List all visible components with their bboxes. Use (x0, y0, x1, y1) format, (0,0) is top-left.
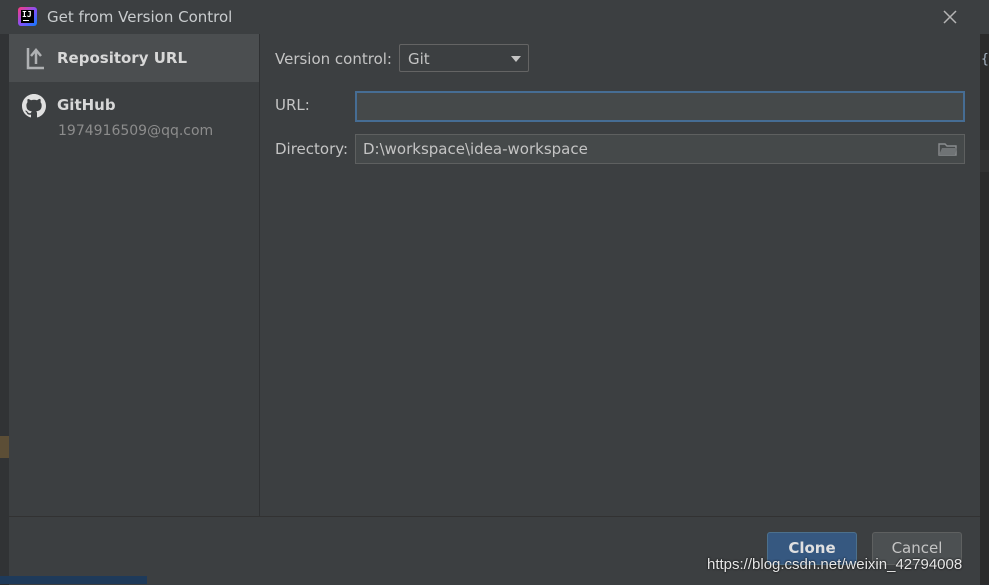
sidebar-item-label: Repository URL (57, 49, 187, 67)
clone-form: Version control: Git URL: Directory: D:\… (260, 34, 980, 516)
sidebar: Repository URL GitHub 1974916509@qq.com (9, 34, 260, 516)
repository-url-icon (26, 48, 44, 70)
get-from-vcs-dialog: IJ Get from Version Control { Repository… (0, 0, 989, 585)
github-account-email: 1974916509@qq.com (58, 123, 214, 139)
watermark-text: https://blog.csdn.net/weixin_42794008 (707, 556, 963, 573)
directory-value: D:\workspace\idea-workspace (363, 140, 588, 158)
directory-label: Directory: (275, 140, 349, 158)
close-button[interactable] (938, 5, 962, 29)
version-control-value: Git (408, 50, 430, 68)
title-bar: IJ Get from Version Control (0, 0, 989, 34)
background-editor-brace: { (981, 52, 989, 67)
github-icon (22, 94, 46, 118)
app-icon-text: IJ (21, 10, 34, 23)
background-status-bar (0, 576, 147, 584)
sidebar-item-github[interactable]: GitHub 1974916509@qq.com (9, 82, 259, 146)
chevron-down-icon (511, 56, 521, 62)
version-control-dropdown[interactable]: Git (399, 44, 529, 72)
folder-icon (938, 143, 957, 156)
dialog-title: Get from Version Control (47, 8, 233, 26)
dialog-footer: Clone Cancel (9, 516, 980, 585)
background-ide-left-strip (0, 34, 9, 584)
close-icon (943, 10, 957, 24)
background-highlight (0, 436, 9, 458)
url-input[interactable] (355, 91, 965, 122)
sidebar-item-repository-url[interactable]: Repository URL (9, 34, 259, 82)
sidebar-item-label: GitHub (57, 96, 116, 114)
url-label: URL: (275, 96, 310, 114)
background-highlight (980, 150, 989, 172)
directory-field[interactable]: D:\workspace\idea-workspace (355, 134, 965, 164)
version-control-label: Version control: (275, 50, 392, 68)
intellij-idea-icon: IJ (18, 7, 37, 26)
browse-folder-button[interactable] (938, 141, 958, 161)
background-ide-right-strip: { (980, 34, 989, 584)
